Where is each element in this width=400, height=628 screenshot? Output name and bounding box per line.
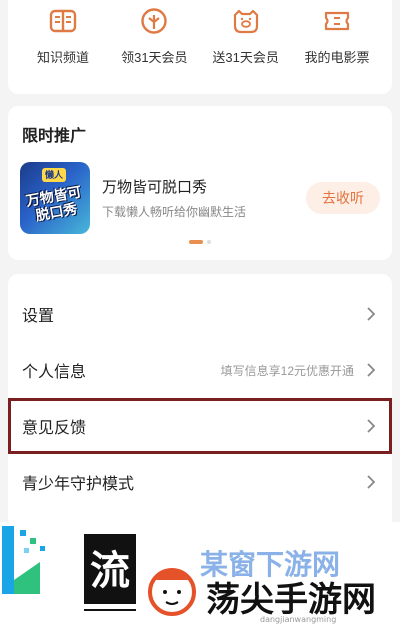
promo-info: 万物皆可脱口秀 下载懒人畅听给你幽默生活: [102, 176, 306, 220]
quick-actions-card: 知识频道 领31天会员 送31天会员 我的电影票: [8, 0, 392, 94]
ticket-icon: [322, 6, 352, 36]
vip-tree-icon: [139, 6, 169, 36]
chevron-right-icon: [364, 419, 378, 433]
promo-name: 万物皆可脱口秀: [102, 179, 208, 196]
watermark-char: 流: [90, 548, 130, 594]
chevron-right-icon: [364, 475, 378, 489]
cover-badge: 懒人: [42, 168, 66, 182]
carousel-indicator: [8, 240, 392, 244]
gift-pig-icon: [231, 6, 261, 36]
claim-vip-button[interactable]: 领31天会员: [109, 6, 199, 66]
quick-action-label: 送31天会员: [212, 50, 279, 65]
row-hint: 填写信息享12元优惠开通: [220, 363, 354, 378]
watermark-brand: 荡尖手游网: [206, 580, 376, 620]
cover-text: 万物皆可脱口秀: [24, 183, 83, 224]
settings-list: 设置 个人信息 填写信息享12元优惠开通 意见反馈 青少年守护模式: [8, 274, 392, 528]
quick-action-label: 领31天会员: [121, 50, 188, 65]
promo-desc: 下载懒人畅听给你幽默生活: [102, 205, 247, 219]
promo-item[interactable]: 懒人 万物皆可脱口秀 万物皆可脱口秀 下载懒人畅听给你幽默生活 去收听: [20, 161, 380, 235]
promo-title: 限时推广: [22, 128, 87, 145]
personal-info-row[interactable]: 个人信息 填写信息享12元优惠开通: [8, 342, 392, 398]
watermark-band: 某窗下游网 dangjianwangming 流 荡尖手游网: [0, 522, 400, 628]
row-label: 意见反馈: [22, 420, 87, 437]
feedback-row[interactable]: 意见反馈: [8, 398, 392, 454]
row-label: 个人信息: [22, 364, 87, 381]
chevron-right-icon: [364, 363, 378, 377]
listen-button[interactable]: 去收听: [306, 182, 380, 214]
youth-mode-row[interactable]: 青少年守护模式: [8, 454, 392, 510]
carousel-dot-active: [189, 240, 203, 244]
row-label: 青少年守护模式: [22, 476, 135, 493]
gift-vip-button[interactable]: 送31天会员: [201, 6, 291, 66]
promo-cover-image[interactable]: 懒人 万物皆可脱口秀: [20, 162, 90, 234]
quick-action-label: 我的电影票: [304, 50, 370, 65]
promo-card: 限时推广 懒人 万物皆可脱口秀 万物皆可脱口秀 下载懒人畅听给你幽默生活 去收听: [8, 106, 392, 260]
carousel-dot: [207, 240, 211, 244]
quick-action-label: 知识频道: [36, 50, 89, 65]
movie-ticket-button[interactable]: 我的电影票: [292, 6, 382, 66]
book-icon: [48, 6, 78, 36]
settings-row[interactable]: 设置: [8, 286, 392, 342]
chevron-right-icon: [364, 307, 378, 321]
row-label: 设置: [22, 308, 55, 325]
knowledge-channel-button[interactable]: 知识频道: [18, 6, 108, 66]
